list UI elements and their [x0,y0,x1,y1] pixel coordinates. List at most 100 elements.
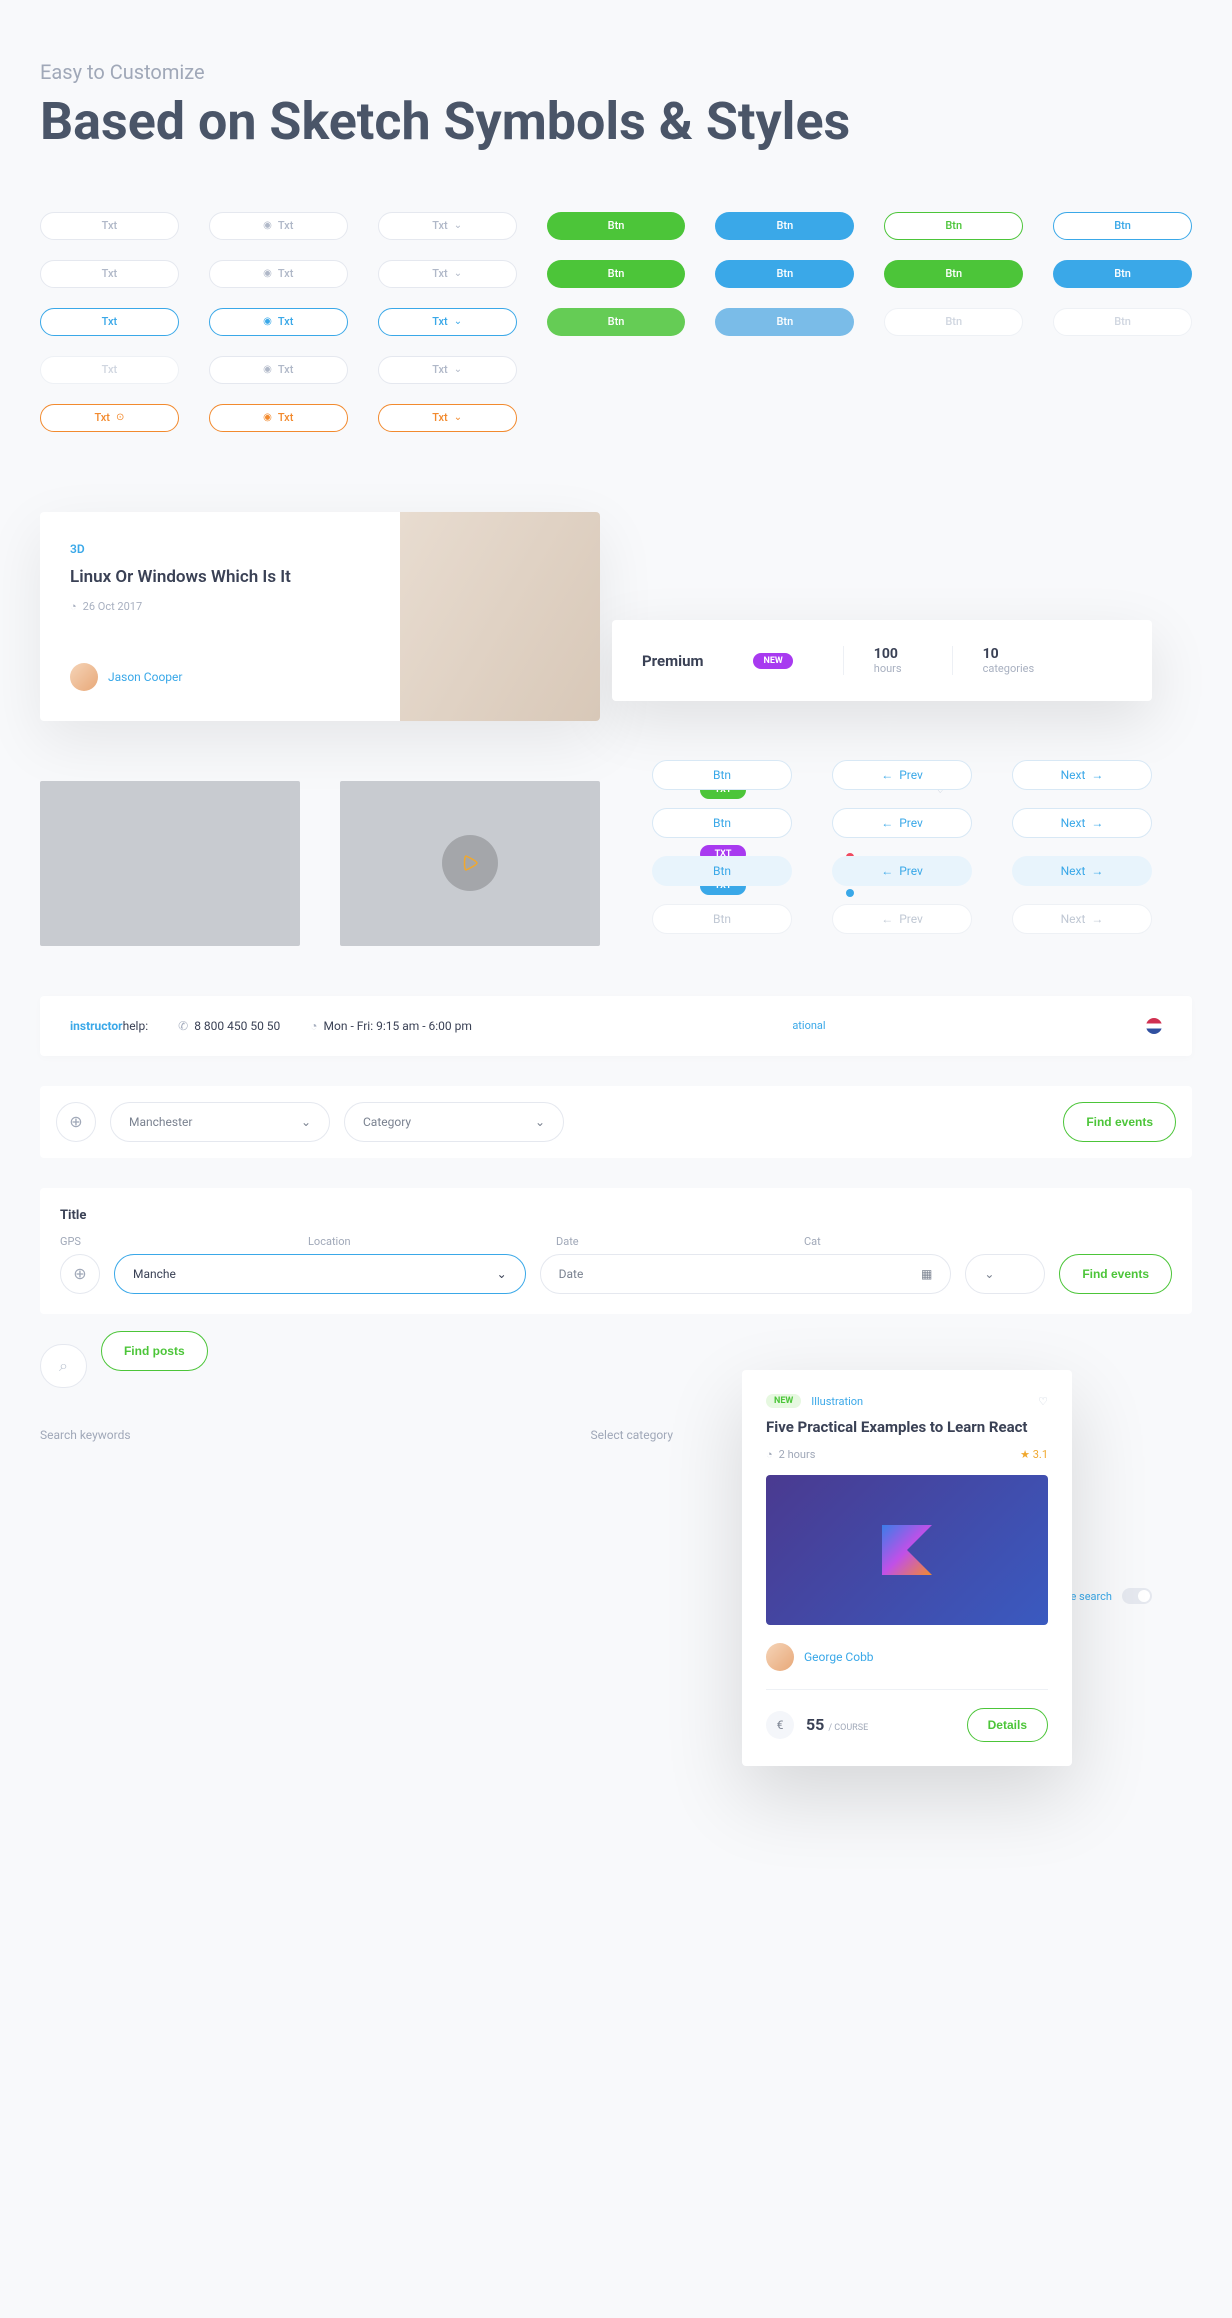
btn-pill[interactable]: Btn [652,760,792,790]
pill-label: Next [1061,912,1086,926]
select-value: Manchester [129,1115,192,1129]
nav-buttons-grid: Btn ←Prev Next→ Btn ←Prev Next→ Btn ←Pre… [652,760,1152,934]
gps-button[interactable]: ⊕ [60,1254,100,1294]
phone-text: 8 800 450 50 50 [194,1019,280,1033]
select-value: Manche [133,1267,176,1281]
btn-pill-active[interactable]: Btn [652,856,792,886]
warning-icon: ⊙ [116,412,124,423]
next-button[interactable]: Next → [1012,808,1152,838]
info-bar: instructorhelp: ✆8 800 450 50 50 ◔Mon - … [40,996,1192,1056]
pill-txt-user[interactable]: ◉ Txt [209,356,348,384]
next-button[interactable]: Next→ [1012,760,1152,790]
cat-select[interactable]: ⌄ [965,1254,1045,1294]
pill-txt[interactable]: Txt [40,212,179,240]
arrow-left-icon: ← [881,768,893,782]
btn-green[interactable]: Btn [547,212,686,240]
btn-outline-blue[interactable]: Btn [1053,212,1192,240]
pill-label: Next [1061,816,1086,830]
btn-blue[interactable]: Btn [715,260,854,288]
user-icon: ◉ [263,364,272,375]
pill-txt-user[interactable]: ◉Txt [209,212,348,240]
find-events-button[interactable]: Find events [1059,1254,1172,1294]
article-date: ◔26 Oct 2017 [70,600,370,613]
btn-blue[interactable]: Btn [1053,260,1192,288]
course-author[interactable]: George Cobb [766,1643,1048,1671]
next-button-active[interactable]: Next→ [1012,856,1152,886]
video-placeholder[interactable] [340,781,600,946]
prev-button[interactable]: ←Prev [832,808,972,838]
pill-label: Txt [278,363,294,376]
btn-blue-light[interactable]: Btn [715,308,854,336]
rating: ★ 3.1 [1020,1448,1048,1461]
pill-label: Txt [102,363,118,376]
select-placeholder: Date [559,1267,584,1281]
chevron-icon: ⌄ [497,1267,507,1281]
location-label: Location [308,1235,542,1248]
rating-value: 3.1 [1033,1448,1048,1461]
chevron-icon: ⌄ [454,268,462,279]
language-text[interactable]: ational [792,1019,825,1032]
city-select[interactable]: Manchester⌄ [110,1102,330,1142]
article-author[interactable]: Jason Cooper [70,663,370,691]
pill-label: Txt [432,363,448,376]
date-select[interactable]: Date ▦ [540,1254,952,1294]
pill-label: Btn [945,315,962,328]
pill-txt-select[interactable]: Txt⌄ [378,356,517,384]
search-input[interactable]: ⌕ [40,1344,87,1388]
pill-txt-select-warning[interactable]: Txt⌄ [378,404,517,432]
course-card[interactable]: NEW Illustration ♡ Five Practical Exampl… [742,1370,1072,1766]
pill-label: Prev [899,768,923,782]
phone-icon: ✆ [178,1019,188,1033]
pill-txt-active[interactable]: Txt [40,308,179,336]
pill-txt[interactable]: Txt [40,260,179,288]
btn-pill-disabled: Btn [652,904,792,934]
chevron-icon: ⌄ [454,220,462,231]
pill-txt-warning[interactable]: Txt ⊙ [40,404,179,432]
pill-txt-select[interactable]: Txt⌄ [378,260,517,288]
stat-categories: 10 categories [952,646,1035,675]
form-title: Title [60,1208,1172,1223]
favorite-button[interactable]: ♡ [1038,1395,1048,1408]
btn-green[interactable]: Btn [547,308,686,336]
find-events-button[interactable]: Find events [1063,1102,1176,1142]
pill-txt-user-active[interactable]: ◉Txt [209,308,348,336]
flag-icon[interactable] [1146,1018,1162,1034]
article-card[interactable]: 3D Linux Or Windows Which Is It ◔26 Oct … [40,512,600,721]
location-select[interactable]: Manche ⌄ [114,1254,526,1294]
page-title: Based on Sketch Symbols & Styles [40,92,1192,152]
btn-outline-green[interactable]: Btn [884,212,1023,240]
gps-button[interactable]: ⊕ [56,1102,96,1142]
stat-label: hours [874,662,902,675]
prev-button-active[interactable]: ←Prev [832,856,972,886]
btn-pill[interactable]: Btn [652,808,792,838]
calendar-icon: ▦ [921,1267,932,1281]
category-select[interactable]: Category⌄ [344,1102,564,1142]
search-keywords-label: Search keywords [40,1428,131,1442]
find-posts-button[interactable]: Find posts [101,1331,208,1371]
details-button[interactable]: Details [967,1708,1048,1742]
pill-label: Btn [1114,267,1131,280]
pill-label: Txt [102,267,118,280]
image-placeholder [40,781,300,946]
page-subtitle: Easy to Customize [40,60,1192,84]
btn-green[interactable]: Btn [547,260,686,288]
pills-grid: Txt ◉Txt Txt⌄ Btn Btn Btn Btn Txt ◉Txt T… [40,212,1192,432]
play-button[interactable] [442,835,498,891]
pill-txt-user-warning[interactable]: ◉Txt [209,404,348,432]
pill-label: Btn [945,267,962,280]
premium-title: Premium [642,652,703,670]
pill-txt-user[interactable]: ◉Txt [209,260,348,288]
course-category[interactable]: Illustration [811,1395,863,1408]
prev-button[interactable]: ← Prev [832,760,972,790]
arrow-right-icon: → [1091,816,1103,830]
logo[interactable]: instructorhelp: [70,1019,148,1033]
pill-txt-select[interactable]: Txt⌄ [378,212,517,240]
pill-label: Txt [94,411,110,424]
toggle-switch[interactable] [1122,1588,1152,1604]
pill-txt-select-active[interactable]: Txt⌄ [378,308,517,336]
btn-green[interactable]: Btn [884,260,1023,288]
search-icon: ⌕ [59,1356,68,1376]
kotlin-logo-icon [882,1525,932,1575]
chevron-icon: ⌄ [984,1267,994,1281]
btn-blue[interactable]: Btn [715,212,854,240]
